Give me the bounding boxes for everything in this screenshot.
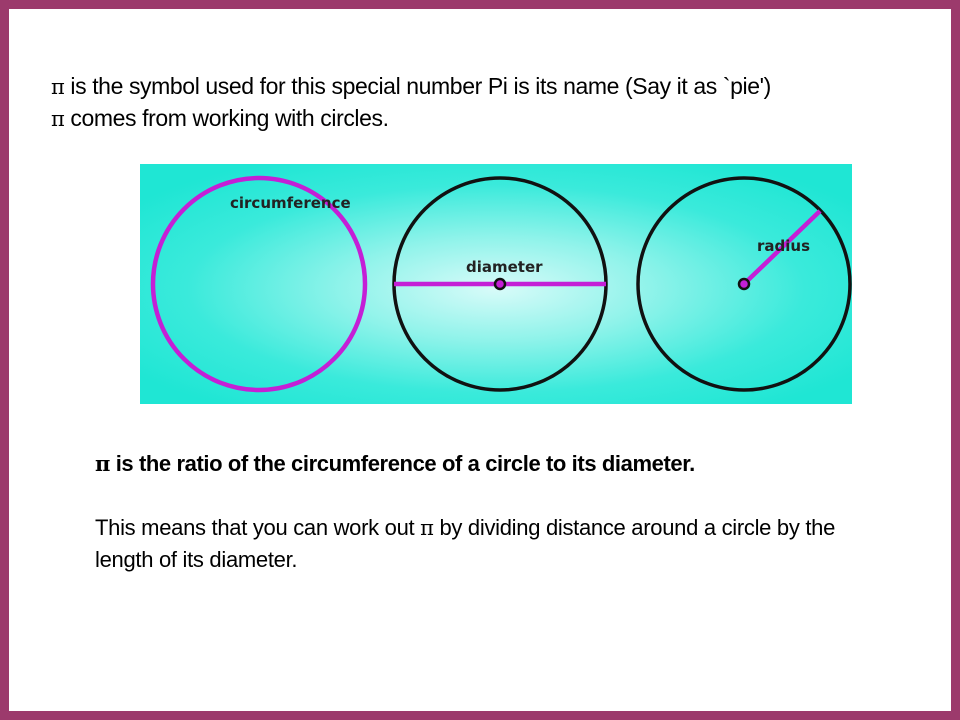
- slide: π is the symbol used for this special nu…: [9, 9, 951, 711]
- diameter-label: diameter: [466, 258, 543, 276]
- ratio-definition: π is the ratio of the circumference of a…: [95, 449, 695, 479]
- radius-center-point: [737, 277, 751, 291]
- circle-parts-illustration: circumference diameter radius: [140, 164, 852, 404]
- pi-symbol: π: [51, 75, 65, 99]
- radius-label: radius: [757, 237, 810, 255]
- explanation-paragraph: This means that you can work out π by di…: [95, 512, 895, 575]
- intro-line-1-text: is the symbol used for this special numb…: [64, 73, 771, 99]
- circumference-label: circumference: [230, 194, 351, 212]
- intro-line-2: π comes from working with circles.: [51, 103, 771, 135]
- pi-symbol: π: [51, 107, 65, 131]
- pi-symbol: π: [420, 516, 434, 540]
- intro-line-2-text: comes from working with circles.: [64, 105, 389, 131]
- explanation-prefix: This means that you can work out: [95, 515, 421, 540]
- intro-text: π is the symbol used for this special nu…: [51, 71, 771, 135]
- pi-symbol: π: [95, 451, 110, 476]
- diameter-center-point: [493, 277, 507, 291]
- circle-parts-diagram: circumference diameter radius: [140, 164, 852, 404]
- intro-line-1: π is the symbol used for this special nu…: [51, 71, 771, 103]
- ratio-text: is the ratio of the circumference of a c…: [109, 451, 696, 476]
